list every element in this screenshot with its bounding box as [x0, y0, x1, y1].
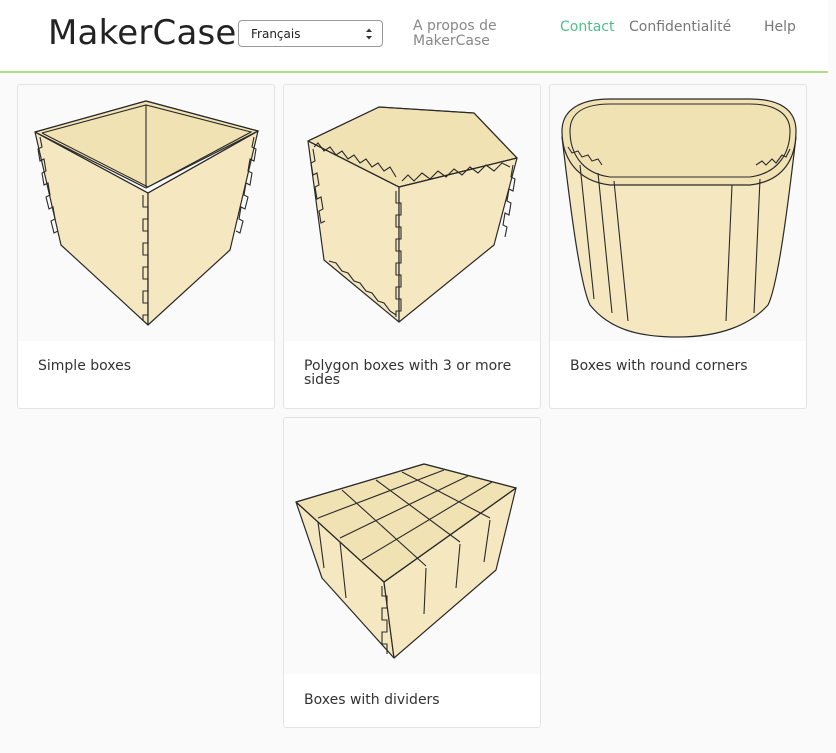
card-caption: Boxes with dividers	[304, 692, 440, 708]
language-select-value: Français	[251, 27, 301, 41]
top-navbar: MakerCase Français A propos de MakerCase…	[0, 0, 828, 73]
card-caption: Polygon boxes with 3 or more sides	[304, 358, 512, 388]
simple-box-illustration	[18, 85, 274, 341]
round-corner-box-illustration	[550, 85, 806, 341]
box-type-card-round-corners[interactable]: Boxes with round corners	[549, 84, 807, 409]
nav-link-help[interactable]: Help	[764, 19, 796, 35]
polygon-box-illustration	[284, 85, 540, 341]
nav-link-about[interactable]: A propos de MakerCase	[413, 19, 523, 49]
language-select[interactable]: Français	[238, 20, 383, 47]
card-caption: Boxes with round corners	[570, 358, 748, 374]
box-type-card-simple[interactable]: Simple boxes	[17, 84, 275, 409]
box-type-card-dividers[interactable]: Boxes with dividers	[283, 417, 541, 728]
nav-link-privacy[interactable]: Confidentialité	[629, 19, 731, 35]
nav-link-contact[interactable]: Contact	[560, 19, 614, 35]
brand-logo[interactable]: MakerCase	[48, 13, 237, 53]
box-type-card-polygon[interactable]: Polygon boxes with 3 or more sides	[283, 84, 541, 409]
divider-box-illustration	[284, 418, 540, 674]
card-caption: Simple boxes	[38, 358, 132, 374]
select-arrows-icon	[366, 28, 372, 40]
